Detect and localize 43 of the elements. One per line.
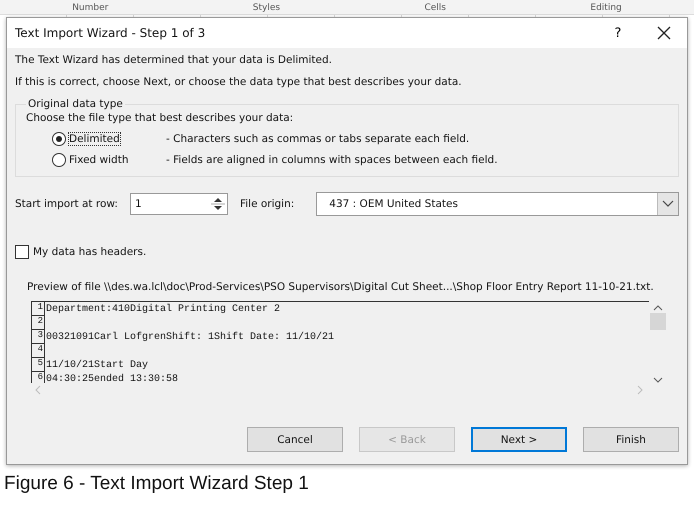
preview-line: 04:30:25ended 13:30:58 bbox=[45, 374, 178, 383]
ribbon-group-label: Number bbox=[72, 3, 108, 14]
option-description: - Fields are aligned in columns with spaces between each field. bbox=[166, 154, 498, 166]
checkbox[interactable] bbox=[15, 245, 29, 259]
radio-option[interactable]: Fixed width bbox=[52, 152, 166, 166]
row-number-field[interactable]: 1 bbox=[130, 193, 228, 215]
window-title: Text Import Wizard - Step 1 of 3 bbox=[15, 26, 206, 40]
help-button[interactable]: ? bbox=[595, 26, 641, 40]
option-description: - Characters such as commas or tabs separate each field. bbox=[166, 132, 470, 144]
ribbon-group-label: Editing bbox=[590, 3, 622, 14]
chevron-down-icon bbox=[662, 200, 674, 208]
preview-line: Department:410Digital Printing Center 2 bbox=[45, 304, 280, 314]
field-label: File origin: bbox=[240, 198, 294, 210]
line-number: 3 bbox=[32, 330, 45, 344]
wizard-button[interactable]: Next > bbox=[471, 427, 567, 452]
preview-line: 11/10/21Start Day bbox=[45, 360, 148, 370]
preview-line: 00321091Carl LofgrenShift: 1Shift Date: 11/10/21 bbox=[45, 332, 334, 342]
wizard-button[interactable]: Finish bbox=[583, 427, 679, 452]
spinner-arrows-icon[interactable] bbox=[210, 195, 225, 213]
ribbon-group-label: Styles bbox=[252, 3, 280, 14]
field-label: Start import at row: bbox=[15, 198, 118, 210]
instruction-text: The Text Wizard has determined that your data is Delimited. bbox=[15, 54, 334, 66]
preview-caption: Preview of file \\des.wa.lcl\doc\Prod-Services\PSO Supervisors\Digital Cut Sheet...\Shop Floor Entry Report 11-10-21.txt. bbox=[27, 281, 655, 293]
line-number: 4 bbox=[32, 344, 45, 358]
figure-caption: Figure 6 - Text Import Wizard Step 1 bbox=[3, 472, 310, 495]
line-number: 2 bbox=[32, 316, 45, 330]
radio-button[interactable] bbox=[52, 132, 66, 146]
line-number: 6 bbox=[32, 372, 45, 383]
prompt-text: Choose the file type that best describes your data: bbox=[26, 112, 294, 124]
group-label: Original data type bbox=[27, 98, 124, 110]
scroll-thumb[interactable] bbox=[650, 313, 666, 330]
radio-button[interactable] bbox=[52, 152, 66, 166]
headers-checkbox-option[interactable]: My data has headers. bbox=[15, 245, 679, 259]
wizard-button[interactable]: Cancel bbox=[247, 427, 343, 452]
line-number: 5 bbox=[32, 358, 45, 372]
line-number: 1 bbox=[32, 302, 45, 316]
file-origin-dropdown[interactable]: 437 : OEM United States bbox=[316, 192, 679, 216]
scroll-down-icon[interactable] bbox=[653, 377, 663, 383]
radio-option[interactable]: Delimited bbox=[52, 132, 166, 146]
scroll-up-icon[interactable] bbox=[653, 305, 663, 311]
close-icon bbox=[657, 26, 671, 40]
instruction-text: If this is correct, choose Next, or choose the data type that best describes your data. bbox=[15, 76, 463, 88]
ribbon-group-label: Cells bbox=[424, 3, 446, 14]
